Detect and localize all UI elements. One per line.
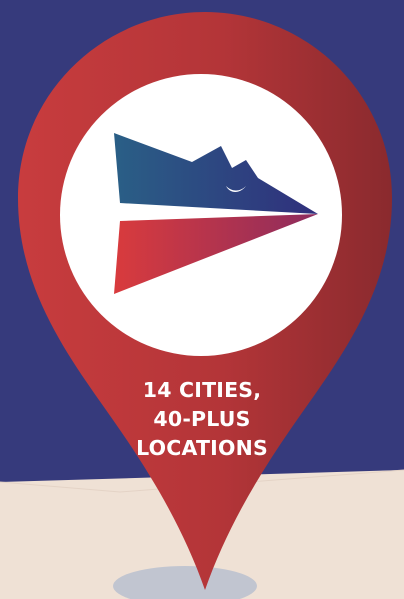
map-pin-icon [18,12,392,590]
caption-line-locations: LOCATIONS [136,436,268,460]
pin-caption: 14 CITIES, 40-PLUS LOCATIONS [112,376,292,463]
location-graphic: 14 CITIES, 40-PLUS LOCATIONS [0,0,404,599]
caption-line-cities: 14 CITIES, [142,378,262,402]
caption-line-count: 40-PLUS [153,407,251,431]
